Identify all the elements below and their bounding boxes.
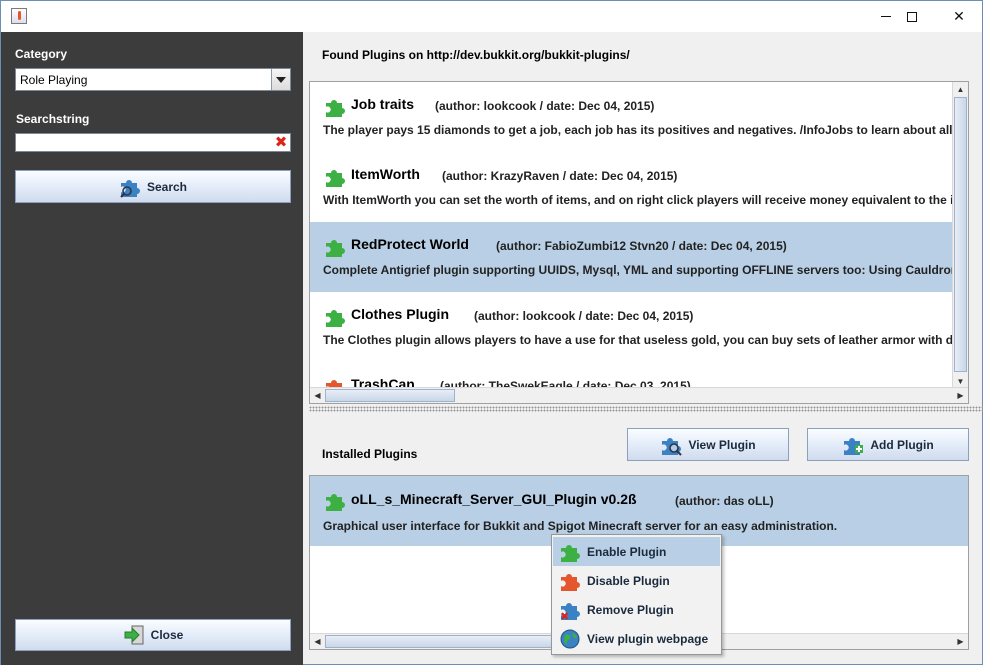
plugin-meta: (author: das oLL): [675, 494, 774, 508]
close-window-button[interactable]: ✕: [936, 1, 982, 32]
category-select[interactable]: Role Playing: [15, 68, 291, 91]
list-item[interactable]: ItemWorth (author: KrazyRaven / date: De…: [310, 152, 968, 222]
close-button[interactable]: Close: [15, 619, 291, 651]
clear-search-icon[interactable]: ✖: [274, 135, 288, 150]
found-plugins-title: Found Plugins on http://dev.bukkit.org/b…: [322, 48, 630, 62]
plugin-meta: (author: lookcook / date: Dec 04, 2015): [474, 309, 694, 323]
found-plugins-list[interactable]: Job traits (author: lookcook / date: Dec…: [309, 81, 969, 404]
puzzle-green-icon: [324, 96, 346, 118]
puzzle-red-icon: [559, 570, 581, 592]
add-plugin-button[interactable]: Add Plugin: [807, 428, 969, 461]
category-value: Role Playing: [20, 73, 88, 87]
menu-item-disable-plugin[interactable]: Disable Plugin: [553, 566, 720, 595]
view-plugin-icon: [660, 434, 683, 456]
globe-icon: [560, 629, 580, 648]
plugin-name: Job traits: [351, 96, 415, 112]
scroll-thumb[interactable]: [325, 389, 455, 402]
add-plugin-label: Add Plugin: [870, 437, 934, 452]
menu-item-label: Disable Plugin: [587, 573, 670, 588]
puzzle-green-icon: [324, 490, 346, 512]
menu-item-label: Enable Plugin: [587, 544, 667, 559]
maximize-icon: [907, 11, 917, 22]
scroll-right-icon[interactable]: ▶: [953, 634, 968, 649]
search-button-label: Search: [146, 179, 188, 194]
plugin-description: Graphical user interface for Bukkit and …: [323, 519, 838, 533]
plugin-description: The Clothes plugin allows players to hav…: [323, 333, 969, 347]
menu-item-label: Remove Plugin: [587, 602, 674, 617]
search-input[interactable]: ✖: [15, 133, 291, 152]
installed-plugins-title: Installed Plugins: [322, 447, 418, 461]
app-window: ✕ Category Role Playing Searchstring ✖ S…: [0, 0, 983, 665]
plugin-meta: (author: FabioZumbi12 Stvn20 / date: Dec…: [496, 239, 787, 253]
exit-icon: [124, 625, 144, 645]
searchstring-label: Searchstring: [16, 112, 90, 126]
search-button[interactable]: Search: [15, 170, 291, 203]
list-item[interactable]: Clothes Plugin (author: lookcook / date:…: [310, 292, 968, 362]
close-icon: ✕: [953, 8, 965, 24]
view-plugin-label: View Plugin: [688, 437, 756, 452]
scroll-left-icon[interactable]: ◀: [310, 634, 325, 649]
category-label: Category: [15, 47, 68, 61]
plugin-description: Complete Antigrief plugin supporting UUI…: [323, 263, 969, 277]
scroll-up-icon[interactable]: ▲: [953, 82, 968, 97]
menu-item-remove-plugin[interactable]: ✖ Remove Plugin: [553, 595, 720, 624]
svg-text:✖: ✖: [560, 610, 569, 621]
close-button-label: Close: [150, 628, 184, 642]
vertical-scrollbar[interactable]: ▲ ▼: [952, 82, 968, 389]
plugin-name: oLL_s_Minecraft_Server_GUI_Plugin v0.2ß: [351, 491, 637, 507]
view-plugin-button[interactable]: View Plugin: [627, 428, 789, 461]
plugin-description: With ItemWorth you can set the worth of …: [323, 193, 969, 207]
split-pane-divider[interactable]: [309, 406, 983, 412]
plugin-description: The player pays 15 diamonds to get a job…: [323, 123, 969, 137]
plugin-meta: (author: KrazyRaven / date: Dec 04, 2015…: [442, 169, 678, 183]
menu-item-enable-plugin[interactable]: Enable Plugin: [553, 537, 720, 566]
java-app-icon: [11, 8, 27, 24]
horizontal-scrollbar[interactable]: ◀ ▶: [310, 387, 968, 403]
list-item-selected[interactable]: RedProtect World (author: FabioZumbi12 S…: [310, 222, 968, 292]
menu-item-label: View plugin webpage: [587, 631, 709, 646]
sidebar: Category Role Playing Searchstring ✖ Sea…: [1, 32, 303, 665]
plugin-meta: (author: lookcook / date: Dec 04, 2015): [435, 99, 655, 113]
add-plugin-icon: [842, 434, 864, 456]
maximize-button[interactable]: [889, 1, 935, 32]
puzzle-green-icon: [324, 166, 346, 188]
puzzle-green-icon: [324, 306, 346, 328]
title-bar: ✕: [1, 1, 982, 32]
puzzle-green-icon: [559, 541, 581, 563]
menu-item-view-webpage[interactable]: View plugin webpage: [553, 624, 720, 653]
plugin-name: RedProtect World: [351, 236, 469, 252]
chevron-down-icon[interactable]: [271, 69, 290, 90]
plugin-name: ItemWorth: [351, 166, 420, 182]
plugin-context-menu: Enable Plugin Disable Plugin ✖ Remove Pl…: [551, 534, 722, 655]
scroll-right-icon[interactable]: ▶: [953, 388, 968, 403]
scroll-thumb[interactable]: [954, 97, 967, 372]
puzzle-remove-icon: ✖: [560, 599, 581, 621]
plugin-name: Clothes Plugin: [351, 306, 449, 322]
search-puzzle-icon: [120, 176, 141, 198]
puzzle-green-icon: [324, 236, 346, 258]
list-item[interactable]: Job traits (author: lookcook / date: Dec…: [310, 82, 968, 152]
scroll-left-icon[interactable]: ◀: [310, 388, 325, 403]
